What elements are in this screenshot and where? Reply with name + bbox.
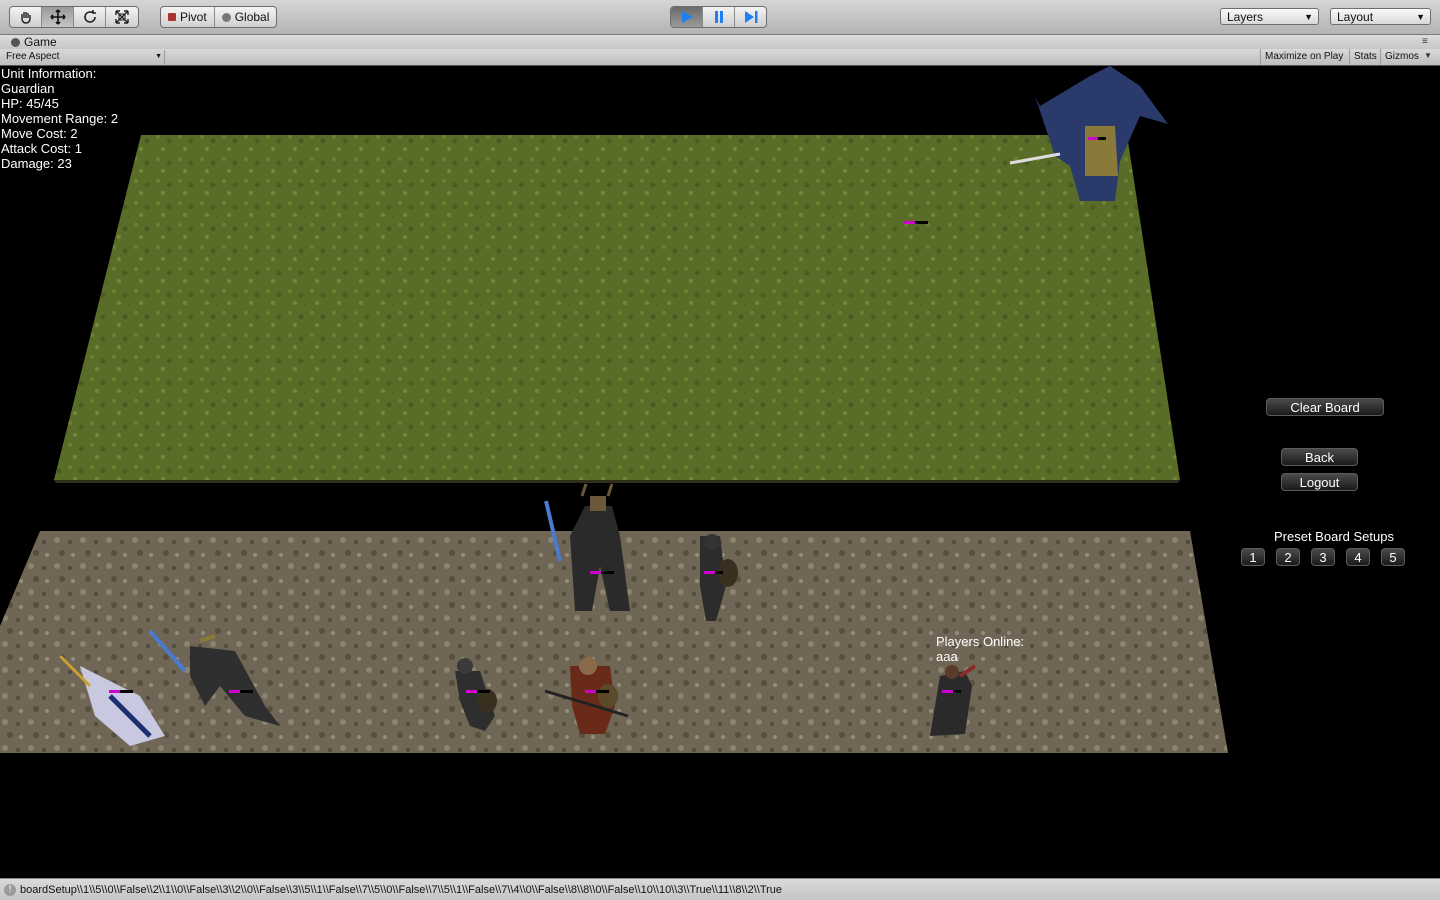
info-icon: ! [4,884,16,896]
pause-button[interactable] [703,7,735,27]
aspect-dropdown[interactable]: Free Aspect ▼ [6,50,165,64]
grass-board-edge [54,480,1180,483]
unit-attack-cost: Attack Cost: 1 [1,141,82,156]
preset-board-setups-title: Preset Board Setups [1274,529,1394,544]
layout-label: Layout [1337,9,1374,24]
console-message: boardSetup\\1\\5\\0\\False\\2\\1\\0\\Fal… [20,884,783,896]
clear-board-button[interactable]: Clear Board [1266,398,1384,416]
preset-5-button[interactable]: 5 [1381,548,1405,566]
game-tab-label: Game [24,35,57,49]
unit-hp: HP: 45/45 [1,96,59,111]
unit-move-cost: Move Cost: 2 [1,126,78,141]
scale-tool-button[interactable] [106,7,137,27]
move-tool-button[interactable] [42,7,74,27]
pause-icon [714,11,723,23]
scale-icon [114,10,129,24]
chevron-down-icon: ▼ [155,53,162,60]
stats-toggle[interactable]: Stats [1349,49,1381,65]
gizmos-toggle[interactable]: Gizmos [1380,49,1423,65]
layers-dropdown[interactable]: Layers ▼ [1220,8,1319,25]
preset-1-button[interactable]: 1 [1241,548,1265,566]
logout-button[interactable]: Logout [1281,473,1358,491]
handle-toggles: Pivot Global [160,6,278,28]
layout-dropdown[interactable]: Layout ▼ [1330,8,1431,25]
globe-icon [221,12,231,22]
preset-2-button[interactable]: 2 [1276,548,1300,566]
play-icon [681,11,693,23]
play-button[interactable] [671,7,703,27]
players-online-title: Players Online: [936,634,1025,649]
tab-game[interactable]: Game [2,35,57,49]
gizmos-chevron-down-icon[interactable]: ▼ [1424,51,1432,60]
player-name: aaa [936,649,958,664]
game-viewport[interactable]: Unit Information: Guardian HP: 45/45 Mov… [0,66,1440,878]
grass-board[interactable] [54,135,1180,480]
step-button[interactable] [735,7,766,27]
board-scene [0,66,1228,753]
global-toggle[interactable]: Global [215,7,277,27]
pivot-icon [168,13,176,21]
global-label: Global [234,10,270,24]
maximize-on-play-toggle[interactable]: Maximize on Play [1260,49,1347,65]
play-controls [670,6,767,28]
aspect-label: Free Aspect [6,51,60,62]
step-icon [744,11,757,23]
unit-damage: Damage: 23 [1,156,72,171]
chevron-down-icon: ▼ [1304,12,1313,22]
move-icon [49,9,66,25]
game-tab-icon [11,37,20,47]
game-view-toolbar: Maximize on Play Stats Gizmos ▼ [0,49,1440,66]
pivot-toggle[interactable]: Pivot [161,7,215,27]
hand-icon [20,12,31,24]
tab-bar [0,35,1440,49]
back-button[interactable]: Back [1281,448,1358,466]
preset-4-button[interactable]: 4 [1346,548,1370,566]
unit-info-header: Unit Information: [1,66,97,81]
panel-menu-icon[interactable]: ≡ [1422,36,1428,47]
unit-info-panel: Unit Information: Guardian HP: 45/45 Mov… [1,66,118,171]
console-status-bar[interactable]: ! boardSetup\\1\\5\\0\\False\\2\\1\\0\\F… [0,878,1440,900]
hand-tool-button[interactable] [10,7,42,27]
transform-tools [9,6,139,28]
unit-movement-range: Movement Range: 2 [1,111,119,126]
pivot-label: Pivot [180,10,207,24]
chevron-down-icon: ▼ [1416,12,1425,22]
editor-toolbar: Pivot Global Layers ▼ Layout ▼ [0,0,1440,35]
unity-editor: Pivot Global Layers ▼ Layout ▼ Game ≡ Ma… [0,0,1440,900]
rotate-tool-button[interactable] [74,7,106,27]
layers-label: Layers [1227,9,1264,24]
preset-3-button[interactable]: 3 [1311,548,1335,566]
rotate-icon [83,10,96,23]
unit-name: Guardian [1,81,55,96]
